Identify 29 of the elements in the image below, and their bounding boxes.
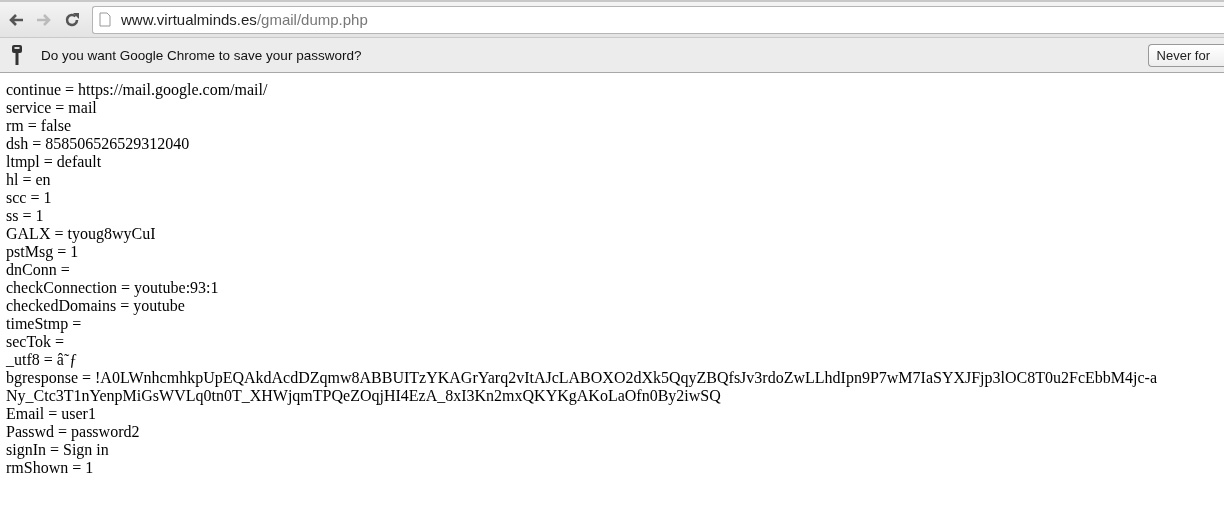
- dump-line: GALX = tyoug8wyCuI: [6, 225, 157, 243]
- dump-line: checkedDomains = youtube: [6, 297, 186, 315]
- dump-line: rm = false: [6, 117, 72, 135]
- dump-line: service = mail: [6, 99, 98, 117]
- key-icon: [11, 44, 23, 66]
- dump-line: hl = en: [6, 171, 52, 189]
- dump-line: Passwd = password2: [6, 423, 141, 441]
- dump-line: rmShown = 1: [6, 459, 95, 477]
- dump-line: signIn = Sign in: [6, 441, 110, 459]
- infobar-message: Do you want Google Chrome to save your password?: [41, 47, 363, 63]
- url-text: www.virtualminds.es/gmail/dump.php: [121, 11, 368, 28]
- dump-line: timeStmp =: [6, 315, 83, 333]
- dump-line: dsh = 858506526529312040: [6, 135, 191, 153]
- never-button[interactable]: Never for: [1147, 43, 1224, 67]
- dump-line: _utf8 = â˜ƒ: [6, 351, 79, 369]
- back-icon[interactable]: [8, 12, 24, 27]
- dump-line: checkConnection = youtube:93:1: [6, 279, 220, 297]
- dump-line: continue = https://mail.google.com/mail/: [6, 81, 269, 99]
- dump-line: ss = 1: [6, 207, 45, 225]
- dump-line: pstMsg = 1: [6, 243, 80, 261]
- reload-icon[interactable]: [64, 11, 80, 28]
- dump-line: bgresponse = !A0LWnhcmhkpUpEQAkdAcdDZqmw8ABBUITzYKAGrYarq2vItAJcLABOXO2dXk5QqyZBQfsJv3rdoZwLLhdIpn9P7wM7IaSYXJFjp3lOC8T0u2FcEbbM4jc-aNy_Ctc3T1nYenpMiGsWVLq0tn0T_XHWjqmTPQeZOqjHI4EzA_8xI3Kn2mxQKYKgAKoLaOfn0By2iwSQ: [6, 369, 1158, 405]
- dump-line: ltmpl = default: [6, 153, 103, 171]
- dump-line: dnConn =: [6, 261, 71, 279]
- dump-line: scc = 1: [6, 189, 53, 207]
- dump-line: Email = user1: [6, 405, 97, 423]
- address-bar[interactable]: www.virtualminds.es/gmail/dump.php: [92, 5, 1224, 34]
- page-icon: [99, 12, 111, 27]
- dump-line: secTok =: [6, 333, 66, 351]
